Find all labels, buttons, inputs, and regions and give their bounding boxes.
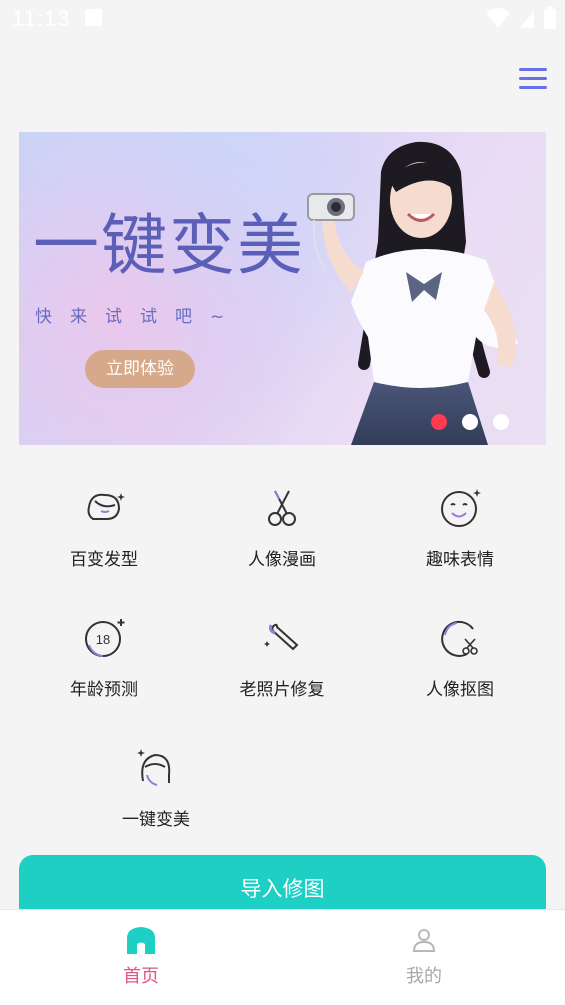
signal-icon bbox=[520, 11, 534, 28]
beauty-icon bbox=[137, 749, 171, 786]
tool-label: 趣味表情 bbox=[426, 550, 494, 570]
banner-subtitle: 快来试试吧~ bbox=[35, 307, 243, 327]
tab-mine-label: 我的 bbox=[406, 966, 442, 987]
face-icon bbox=[441, 489, 481, 527]
status-time: 11:13 bbox=[12, 6, 71, 31]
try-now-button[interactable]: 立即体验 bbox=[85, 350, 195, 388]
status-bar: 11:13 bbox=[0, 0, 565, 38]
battery-icon bbox=[544, 6, 556, 29]
tool-age-prediction[interactable]: 18 年龄预测 bbox=[34, 615, 174, 700]
user-icon bbox=[412, 929, 436, 952]
promo-banner[interactable]: 一键变美 快来试试吧~ 立即体验 bbox=[19, 132, 546, 445]
tool-old-photo-repair[interactable]: 老照片修复 bbox=[212, 615, 352, 700]
tab-home[interactable]: 首页 bbox=[71, 924, 211, 988]
scissors-icon bbox=[268, 490, 296, 526]
banner-pagination bbox=[431, 414, 509, 430]
menu-icon bbox=[519, 68, 547, 71]
tool-one-click-beauty[interactable]: 一键变美 bbox=[86, 745, 226, 830]
tool-label: 老照片修复 bbox=[239, 680, 325, 700]
cutout-icon bbox=[441, 620, 478, 657]
tool-portrait-comic[interactable]: 人像漫画 bbox=[212, 485, 352, 570]
home-icon bbox=[127, 927, 155, 954]
tool-label: 年龄预测 bbox=[70, 680, 138, 700]
tool-hairstyle[interactable]: 百变发型 bbox=[34, 485, 174, 570]
age-18-icon: 18 bbox=[85, 619, 125, 657]
brush-icon bbox=[264, 623, 299, 651]
menu-button[interactable] bbox=[519, 66, 547, 92]
tool-label: 人像抠图 bbox=[426, 680, 494, 700]
tab-mine[interactable]: 我的 bbox=[354, 924, 494, 988]
tool-label: 一键变美 bbox=[122, 810, 190, 830]
status-icons bbox=[485, 6, 557, 30]
svg-text:18: 18 bbox=[96, 632, 110, 647]
tool-label: 百变发型 bbox=[70, 550, 138, 570]
model-photo bbox=[307, 141, 518, 445]
pagination-dot-1[interactable] bbox=[431, 414, 447, 430]
pagination-dot-3[interactable] bbox=[493, 414, 509, 430]
wifi-icon bbox=[486, 8, 510, 28]
pagination-dot-2[interactable] bbox=[462, 414, 478, 430]
notification-icon bbox=[85, 9, 102, 26]
tool-portrait-cutout[interactable]: 人像抠图 bbox=[390, 615, 530, 700]
bottom-tab-bar: 首页 我的 bbox=[0, 909, 565, 1005]
hair-icon bbox=[87, 493, 125, 520]
tool-label: 人像漫画 bbox=[248, 550, 316, 570]
tab-home-label: 首页 bbox=[123, 966, 159, 987]
tool-fun-expression[interactable]: 趣味表情 bbox=[390, 485, 530, 570]
